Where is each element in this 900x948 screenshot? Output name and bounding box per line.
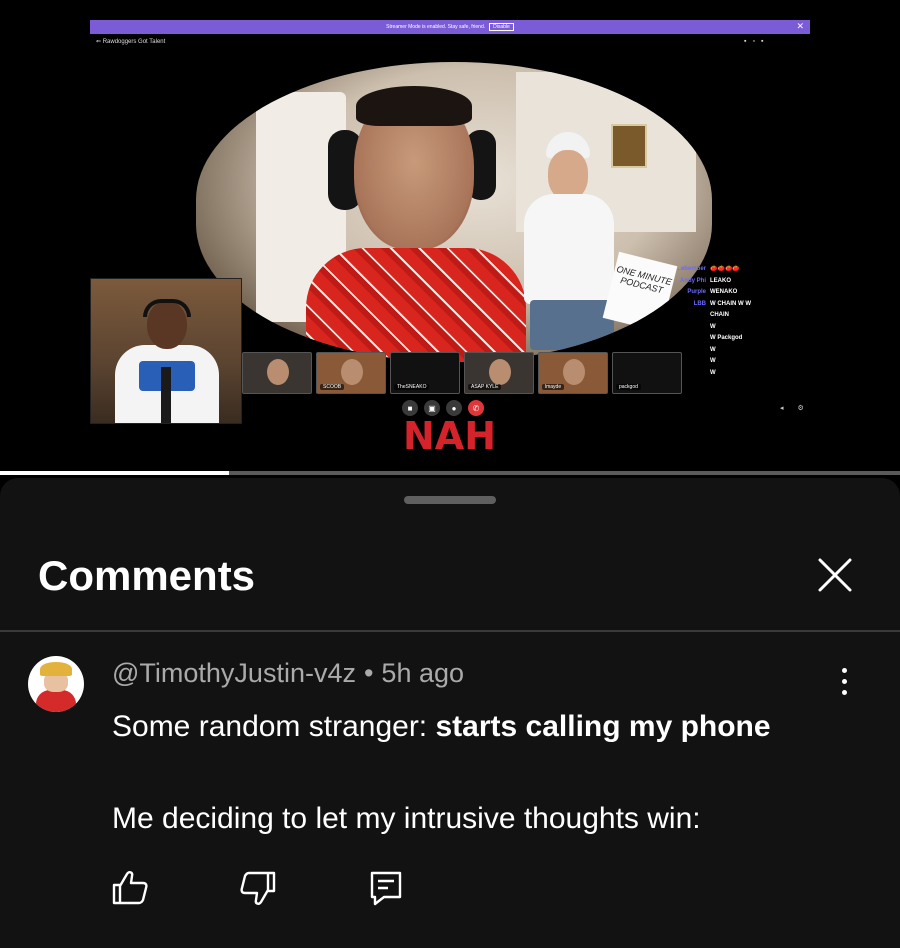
chat-text: W — [710, 323, 716, 330]
chat-text: W CHAIN W W — [710, 300, 751, 307]
person-hair — [356, 86, 472, 126]
chat-text: 🍅🍅🍅🍅 — [710, 266, 740, 272]
comment-body: Some random stranger: starts calling my … — [112, 704, 872, 842]
thumb-up-icon[interactable] — [110, 868, 150, 908]
person-secondary-face — [548, 150, 588, 200]
chat-message: W — [640, 345, 810, 357]
chat-username[interactable]: Andy Phi — [640, 276, 710, 288]
comment-time: 5h ago — [381, 658, 465, 688]
divider — [0, 630, 900, 632]
chat-text: LEAKO — [710, 277, 731, 284]
white-tee — [524, 194, 614, 304]
comment-author[interactable]: @TimothyJustin-v4z — [112, 658, 356, 688]
comment-line-1: Some random stranger: starts calling my … — [112, 704, 872, 750]
reply-icon[interactable] — [366, 868, 406, 908]
call-participant-tiles: SCOOB TheSNEAKO ASAP KYLE lmayde packgod — [242, 352, 682, 394]
avatar[interactable] — [28, 656, 84, 712]
red-shirt — [306, 248, 526, 362]
chat-text: CHAIN — [710, 312, 729, 318]
sheet-title: Comments — [38, 552, 256, 599]
comment-line-1-prefix: Some random stranger: — [112, 710, 436, 743]
overlay-caption: NAH — [403, 414, 497, 458]
chat-message: W — [640, 322, 810, 334]
participant-tile[interactable]: SCOOB — [316, 352, 386, 394]
disable-button[interactable]: Disable — [489, 23, 514, 31]
meta-separator: • — [363, 658, 374, 688]
chat-username[interactable] — [640, 345, 710, 357]
line-spacer — [112, 750, 872, 796]
stream-title: ⇐ Rawdoggers Got Talent — [96, 38, 165, 45]
participant-name: TheSNEAKO — [394, 384, 430, 390]
streamer-webcam — [90, 278, 242, 424]
chat-username[interactable] — [640, 356, 710, 368]
chat-text: W Packgod — [710, 335, 743, 341]
chat-username[interactable] — [640, 368, 710, 380]
chat-message: CHAIN — [640, 310, 810, 322]
chat-username[interactable]: LBB — [640, 299, 710, 311]
avatar-hat — [40, 662, 72, 676]
banner-close-icon[interactable]: ✕ — [796, 21, 804, 32]
chat-message: LBB W CHAIN W W — [640, 299, 810, 311]
chat-message: W — [640, 368, 810, 380]
webcam-headphones — [143, 299, 191, 317]
participant-tile[interactable] — [242, 352, 312, 394]
comment-meta: @TimothyJustin-v4z • 5h ago — [112, 658, 464, 689]
webcam-mic — [161, 367, 171, 423]
back-arrow-icon: ⇐ — [96, 39, 102, 45]
drag-handle[interactable] — [404, 496, 496, 504]
player-controls-icons[interactable]: ◂ ⚙ — [780, 404, 810, 412]
live-chat: ..ebember 🍅🍅🍅🍅 Andy Phi LEAKO Purple WENAKO LB… — [640, 264, 810, 379]
stream-toolbar-icons: ▪▫▪ — [744, 38, 770, 45]
avatar-body — [36, 690, 76, 712]
chat-text: W — [710, 369, 716, 376]
stream-title-text: Rawdoggers Got Talent — [102, 39, 166, 45]
person-main — [306, 86, 526, 362]
main-camera-feed: ONE MINUTE PODCAST — [196, 62, 712, 362]
close-icon[interactable] — [812, 552, 858, 598]
chat-message: W Packgod — [640, 333, 810, 345]
participant-name: ASAP KYLE — [468, 384, 502, 390]
participant-name: SCOOB — [320, 384, 345, 390]
chat-username[interactable] — [640, 322, 710, 334]
chat-text: W — [710, 358, 716, 364]
participant-tile[interactable]: lmayde — [538, 352, 608, 394]
participant-tile[interactable]: TheSNEAKO — [390, 352, 460, 394]
jeans — [530, 300, 614, 350]
comment-actions — [110, 868, 494, 908]
comment-line-1-bold: starts calling my phone — [435, 710, 771, 743]
chat-username[interactable] — [640, 333, 710, 345]
person-secondary — [516, 132, 626, 362]
chat-text: WENAKO — [710, 289, 738, 295]
more-vert-icon[interactable] — [836, 668, 852, 698]
video-player[interactable]: Streamer Mode is enabled. Stay safe, fri… — [0, 0, 900, 472]
thumb-down-icon[interactable] — [238, 868, 278, 908]
video-progress-bar[interactable] — [0, 471, 900, 475]
comment-line-2: Me deciding to let my intrusive thoughts… — [112, 802, 701, 835]
chat-username[interactable]: Purple — [640, 287, 710, 299]
comments-sheet: Comments @TimothyJustin-v4z • 5h ago Some … — [0, 478, 900, 948]
streamer-mode-banner: Streamer Mode is enabled. Stay safe, fri… — [90, 20, 810, 34]
chat-message: W — [640, 356, 810, 368]
chat-message: Andy Phi LEAKO — [640, 276, 810, 288]
banner-text: Streamer Mode is enabled. Stay safe, fri… — [386, 24, 486, 30]
progress-fill — [0, 471, 229, 475]
chat-username[interactable] — [640, 310, 710, 322]
participant-tile[interactable]: ASAP KYLE — [464, 352, 534, 394]
participant-name: packgod — [616, 384, 641, 390]
chat-text: W — [710, 346, 716, 353]
chat-username[interactable]: ..ebember — [640, 264, 710, 276]
chat-message: ..ebember 🍅🍅🍅🍅 — [640, 264, 810, 276]
participant-name: lmayde — [542, 384, 565, 390]
chat-message: Purple WENAKO — [640, 287, 810, 299]
